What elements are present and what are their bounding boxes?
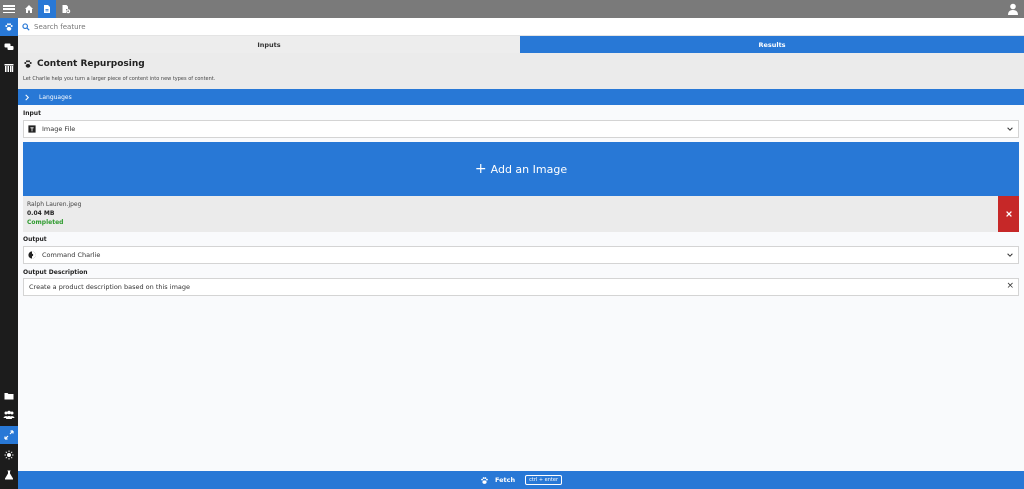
output-description-label: Output Description	[23, 269, 88, 276]
input-type-value: Image File	[42, 125, 76, 133]
file-status: Completed	[27, 219, 64, 226]
input-type-select[interactable]: Image File	[23, 120, 1019, 138]
tab-inputs[interactable]: Inputs	[18, 36, 520, 53]
home-icon[interactable]	[20, 0, 38, 18]
flask-icon[interactable]	[0, 466, 18, 484]
output-type-value: Command Charlie	[42, 251, 101, 259]
library-icon[interactable]	[0, 59, 18, 77]
fetch-label: Fetch	[494, 476, 516, 484]
sun-icon[interactable]	[0, 446, 18, 464]
close-icon	[1005, 211, 1012, 217]
keyboard-shortcut: ctrl + enter	[525, 475, 563, 485]
chevron-down-icon	[1007, 253, 1013, 257]
chevron-right-icon	[25, 94, 30, 100]
chat-icon[interactable]	[0, 38, 18, 56]
fetch-bar: Fetch ctrl + enter	[18, 471, 1024, 489]
paw-icon	[24, 60, 32, 68]
command-charlie-icon	[28, 251, 36, 259]
page-subtitle: Let Charlie help you turn a larger piece…	[23, 76, 216, 82]
chevron-down-icon	[1007, 127, 1013, 131]
page-title-text: Content Repurposing	[37, 59, 145, 69]
feature-header: Content Repurposing Let Charlie help you…	[18, 53, 1024, 89]
folder-icon[interactable]	[0, 387, 18, 405]
fetch-button[interactable]: Fetch	[480, 476, 515, 485]
expand-icon[interactable]	[0, 426, 18, 444]
paw-icon	[481, 476, 488, 484]
image-file-icon	[28, 125, 36, 133]
output-description-input[interactable]: Create a product description based on th…	[23, 278, 1019, 296]
document-icon[interactable]	[38, 0, 56, 18]
page-title: Content Repurposing	[23, 59, 145, 69]
file-name: Ralph Lauren.jpeg	[27, 201, 82, 208]
file-settings-icon[interactable]	[57, 0, 75, 18]
paw-icon[interactable]	[0, 18, 18, 36]
user-icon[interactable]	[1006, 2, 1020, 16]
add-image-button[interactable]: + Add an Image	[23, 142, 1019, 196]
search-bar	[18, 18, 1024, 36]
languages-label: Languages	[39, 93, 72, 101]
left-sidebar	[0, 18, 18, 489]
uploaded-file: Ralph Lauren.jpeg 0.04 MB Completed	[23, 196, 1019, 232]
add-image-label: Add an Image	[490, 162, 568, 176]
search-icon	[22, 22, 30, 31]
tab-results[interactable]: Results	[520, 36, 1024, 53]
input-label: Input	[23, 110, 41, 117]
search-input[interactable]	[34, 22, 434, 31]
remove-file-button[interactable]	[998, 196, 1019, 232]
clear-icon[interactable]: ×	[1006, 282, 1014, 291]
output-type-select[interactable]: Command Charlie	[23, 246, 1019, 264]
output-label: Output	[23, 236, 47, 243]
file-size: 0.04 MB	[27, 210, 55, 217]
top-bar	[0, 0, 1024, 18]
users-icon[interactable]	[0, 406, 18, 424]
output-description-value: Create a product description based on th…	[29, 283, 191, 291]
plus-icon: +	[474, 161, 487, 177]
languages-section[interactable]: Languages	[18, 89, 1024, 105]
menu-icon[interactable]	[3, 3, 15, 15]
tab-bar: Inputs Results	[18, 36, 1024, 53]
